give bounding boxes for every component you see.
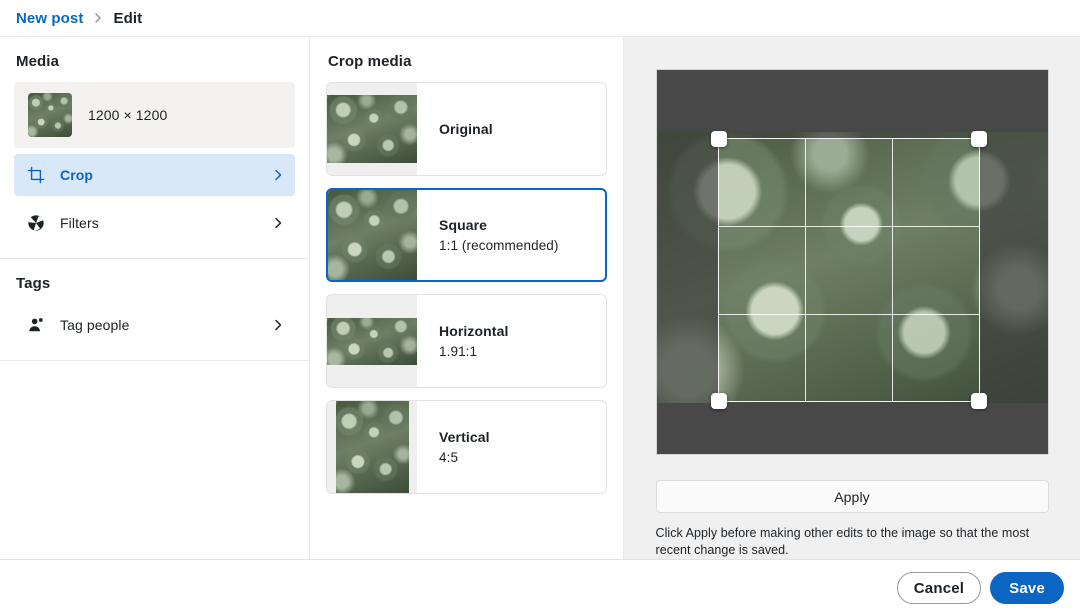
crop-selection-image xyxy=(718,139,979,401)
crop-thumbnail-original xyxy=(327,95,417,163)
crop-option-name: Original xyxy=(439,121,493,137)
chevron-right-icon xyxy=(271,318,285,332)
crop-option-ratio: 4:5 xyxy=(439,450,459,465)
crop-option-square[interactable]: Square 1:1 (recommended) xyxy=(326,188,607,282)
crop-handle-bottom-right[interactable] xyxy=(970,393,987,409)
crop-option-meta: Original xyxy=(417,83,606,175)
crop-option-meta: Horizontal 1.91:1 xyxy=(417,295,606,387)
sidebar-item-filters[interactable]: Filters xyxy=(14,202,295,244)
crop-stage[interactable] xyxy=(655,69,1049,455)
crop-option-ratio: 1.91:1 xyxy=(439,344,478,359)
crop-media-title: Crop media xyxy=(328,53,412,70)
dialog-footer: Cancel Save xyxy=(0,559,1080,616)
crop-thumbnail-horizontal xyxy=(327,317,417,365)
crop-option-meta: Vertical 4:5 xyxy=(417,401,606,493)
crop-option-meta: Square 1:1 (recommended) xyxy=(417,190,605,280)
breadcrumb: New post Edit xyxy=(0,0,1080,37)
save-button[interactable]: Save xyxy=(990,572,1064,604)
sidebar-item-tag-people[interactable]: Tag people xyxy=(14,304,295,346)
sidebar-item-crop[interactable]: Crop xyxy=(14,154,295,196)
aperture-icon xyxy=(26,213,46,233)
crop-thumbnail-backing xyxy=(327,401,417,493)
crop-thumbnail-vertical xyxy=(335,401,409,493)
crop-option-name: Square xyxy=(439,217,488,233)
crop-handle-bottom-left[interactable] xyxy=(710,393,727,409)
media-section-title: Media xyxy=(16,53,60,70)
cancel-button[interactable]: Cancel xyxy=(896,572,982,604)
crop-thumbnail-square xyxy=(328,190,417,280)
media-dimensions: 1200 × 1200 xyxy=(88,107,168,123)
tag-person-icon xyxy=(26,315,46,335)
chevron-right-icon xyxy=(271,216,285,230)
crop-thumbnail-backing xyxy=(327,295,417,387)
image-edit-dialog: New post Edit Media 1200 × 1200 Crop Fil… xyxy=(0,0,1080,616)
media-section: Media 1200 × 1200 Crop Filters xyxy=(0,37,309,259)
crop-icon xyxy=(26,165,46,185)
crop-option-ratio: 1:1 (recommended) xyxy=(439,238,559,253)
chevron-right-icon xyxy=(271,168,285,182)
crop-thumbnail-backing xyxy=(328,190,417,280)
preview-image-clear xyxy=(718,139,979,401)
editor-columns: Media 1200 × 1200 Crop Filters Tags Tag … xyxy=(0,37,1080,559)
crop-handle-top-right[interactable] xyxy=(970,131,987,147)
chevron-right-icon xyxy=(92,12,104,24)
crop-options-panel: Crop media Original Square 1:1 (recommen… xyxy=(310,37,624,559)
crop-handle-top-left[interactable] xyxy=(710,131,727,147)
crop-option-name: Vertical xyxy=(439,429,490,445)
crop-selection-box[interactable] xyxy=(710,131,987,409)
sidebar-item-filters-label: Filters xyxy=(60,215,99,231)
apply-hint-text: Click Apply before making other edits to… xyxy=(655,526,1030,558)
crop-options-list: Original Square 1:1 (recommended) Horizo… xyxy=(326,82,607,494)
sidebar-item-crop-label: Crop xyxy=(60,167,94,183)
crop-option-horizontal[interactable]: Horizontal 1.91:1 xyxy=(326,294,607,388)
tags-section-title: Tags xyxy=(16,275,51,292)
apply-button[interactable]: Apply xyxy=(655,479,1049,514)
media-card[interactable]: 1200 × 1200 xyxy=(14,82,295,148)
crop-option-vertical[interactable]: Vertical 4:5 xyxy=(326,400,607,494)
crop-thumbnail-backing xyxy=(327,83,417,175)
crop-preview-panel: Apply Click Apply before making other ed… xyxy=(624,37,1080,559)
breadcrumb-new-post-link[interactable]: New post xyxy=(16,10,83,27)
breadcrumb-current-page: Edit xyxy=(113,9,143,27)
sidebar-item-tag-people-label: Tag people xyxy=(60,317,130,333)
editor-sidebar: Media 1200 × 1200 Crop Filters Tags Tag … xyxy=(0,37,310,559)
crop-option-name: Horizontal xyxy=(439,323,509,339)
crop-option-original[interactable]: Original xyxy=(326,82,607,176)
image-thumbnail xyxy=(28,93,72,137)
tags-section: Tags Tag people xyxy=(0,259,309,361)
